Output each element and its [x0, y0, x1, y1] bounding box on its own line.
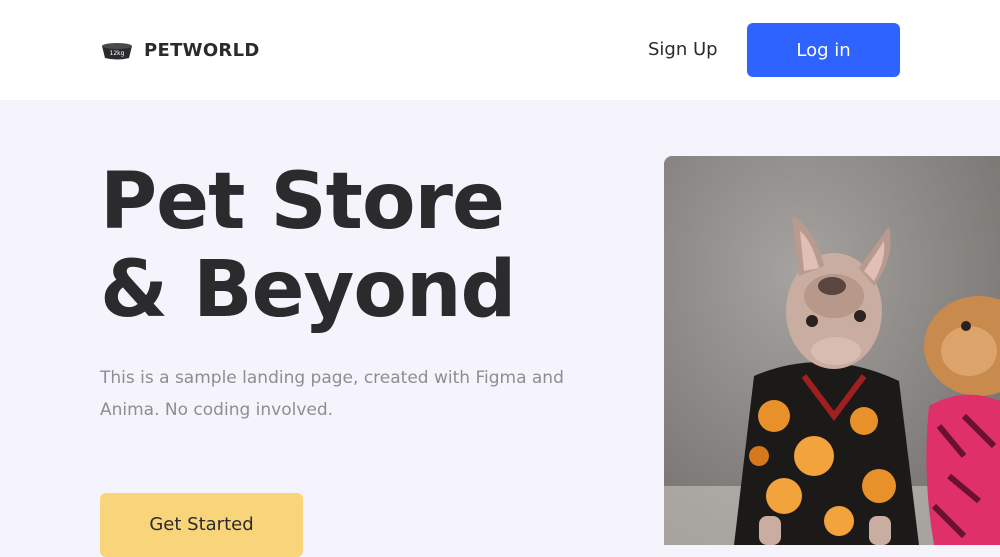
- brand-logo[interactable]: 12kg PETWORLD: [100, 38, 260, 62]
- sign-up-link[interactable]: Sign Up: [648, 36, 718, 64]
- get-started-button[interactable]: Get Started: [100, 493, 303, 557]
- hero-dogs-photo: [664, 156, 1000, 545]
- get-started-label: Get Started: [149, 514, 254, 535]
- pet-food-bowl-icon: 12kg: [102, 43, 132, 60]
- brand-name: PETWORLD: [144, 39, 260, 61]
- hero-title-line-1: Pet Store: [100, 157, 505, 247]
- logo-badge: 12kg: [110, 50, 125, 57]
- log-in-button[interactable]: Log in: [747, 23, 900, 77]
- hero-subtitle: This is a sample landing page, created w…: [100, 368, 564, 420]
- hero-title: Pet Store & Beyond: [100, 157, 516, 335]
- hero-title-line-2: & Beyond: [100, 245, 516, 335]
- dogs-illustration: [664, 156, 1000, 545]
- top-navbar: 12kg PETWORLD Sign Up Log in: [0, 0, 1000, 100]
